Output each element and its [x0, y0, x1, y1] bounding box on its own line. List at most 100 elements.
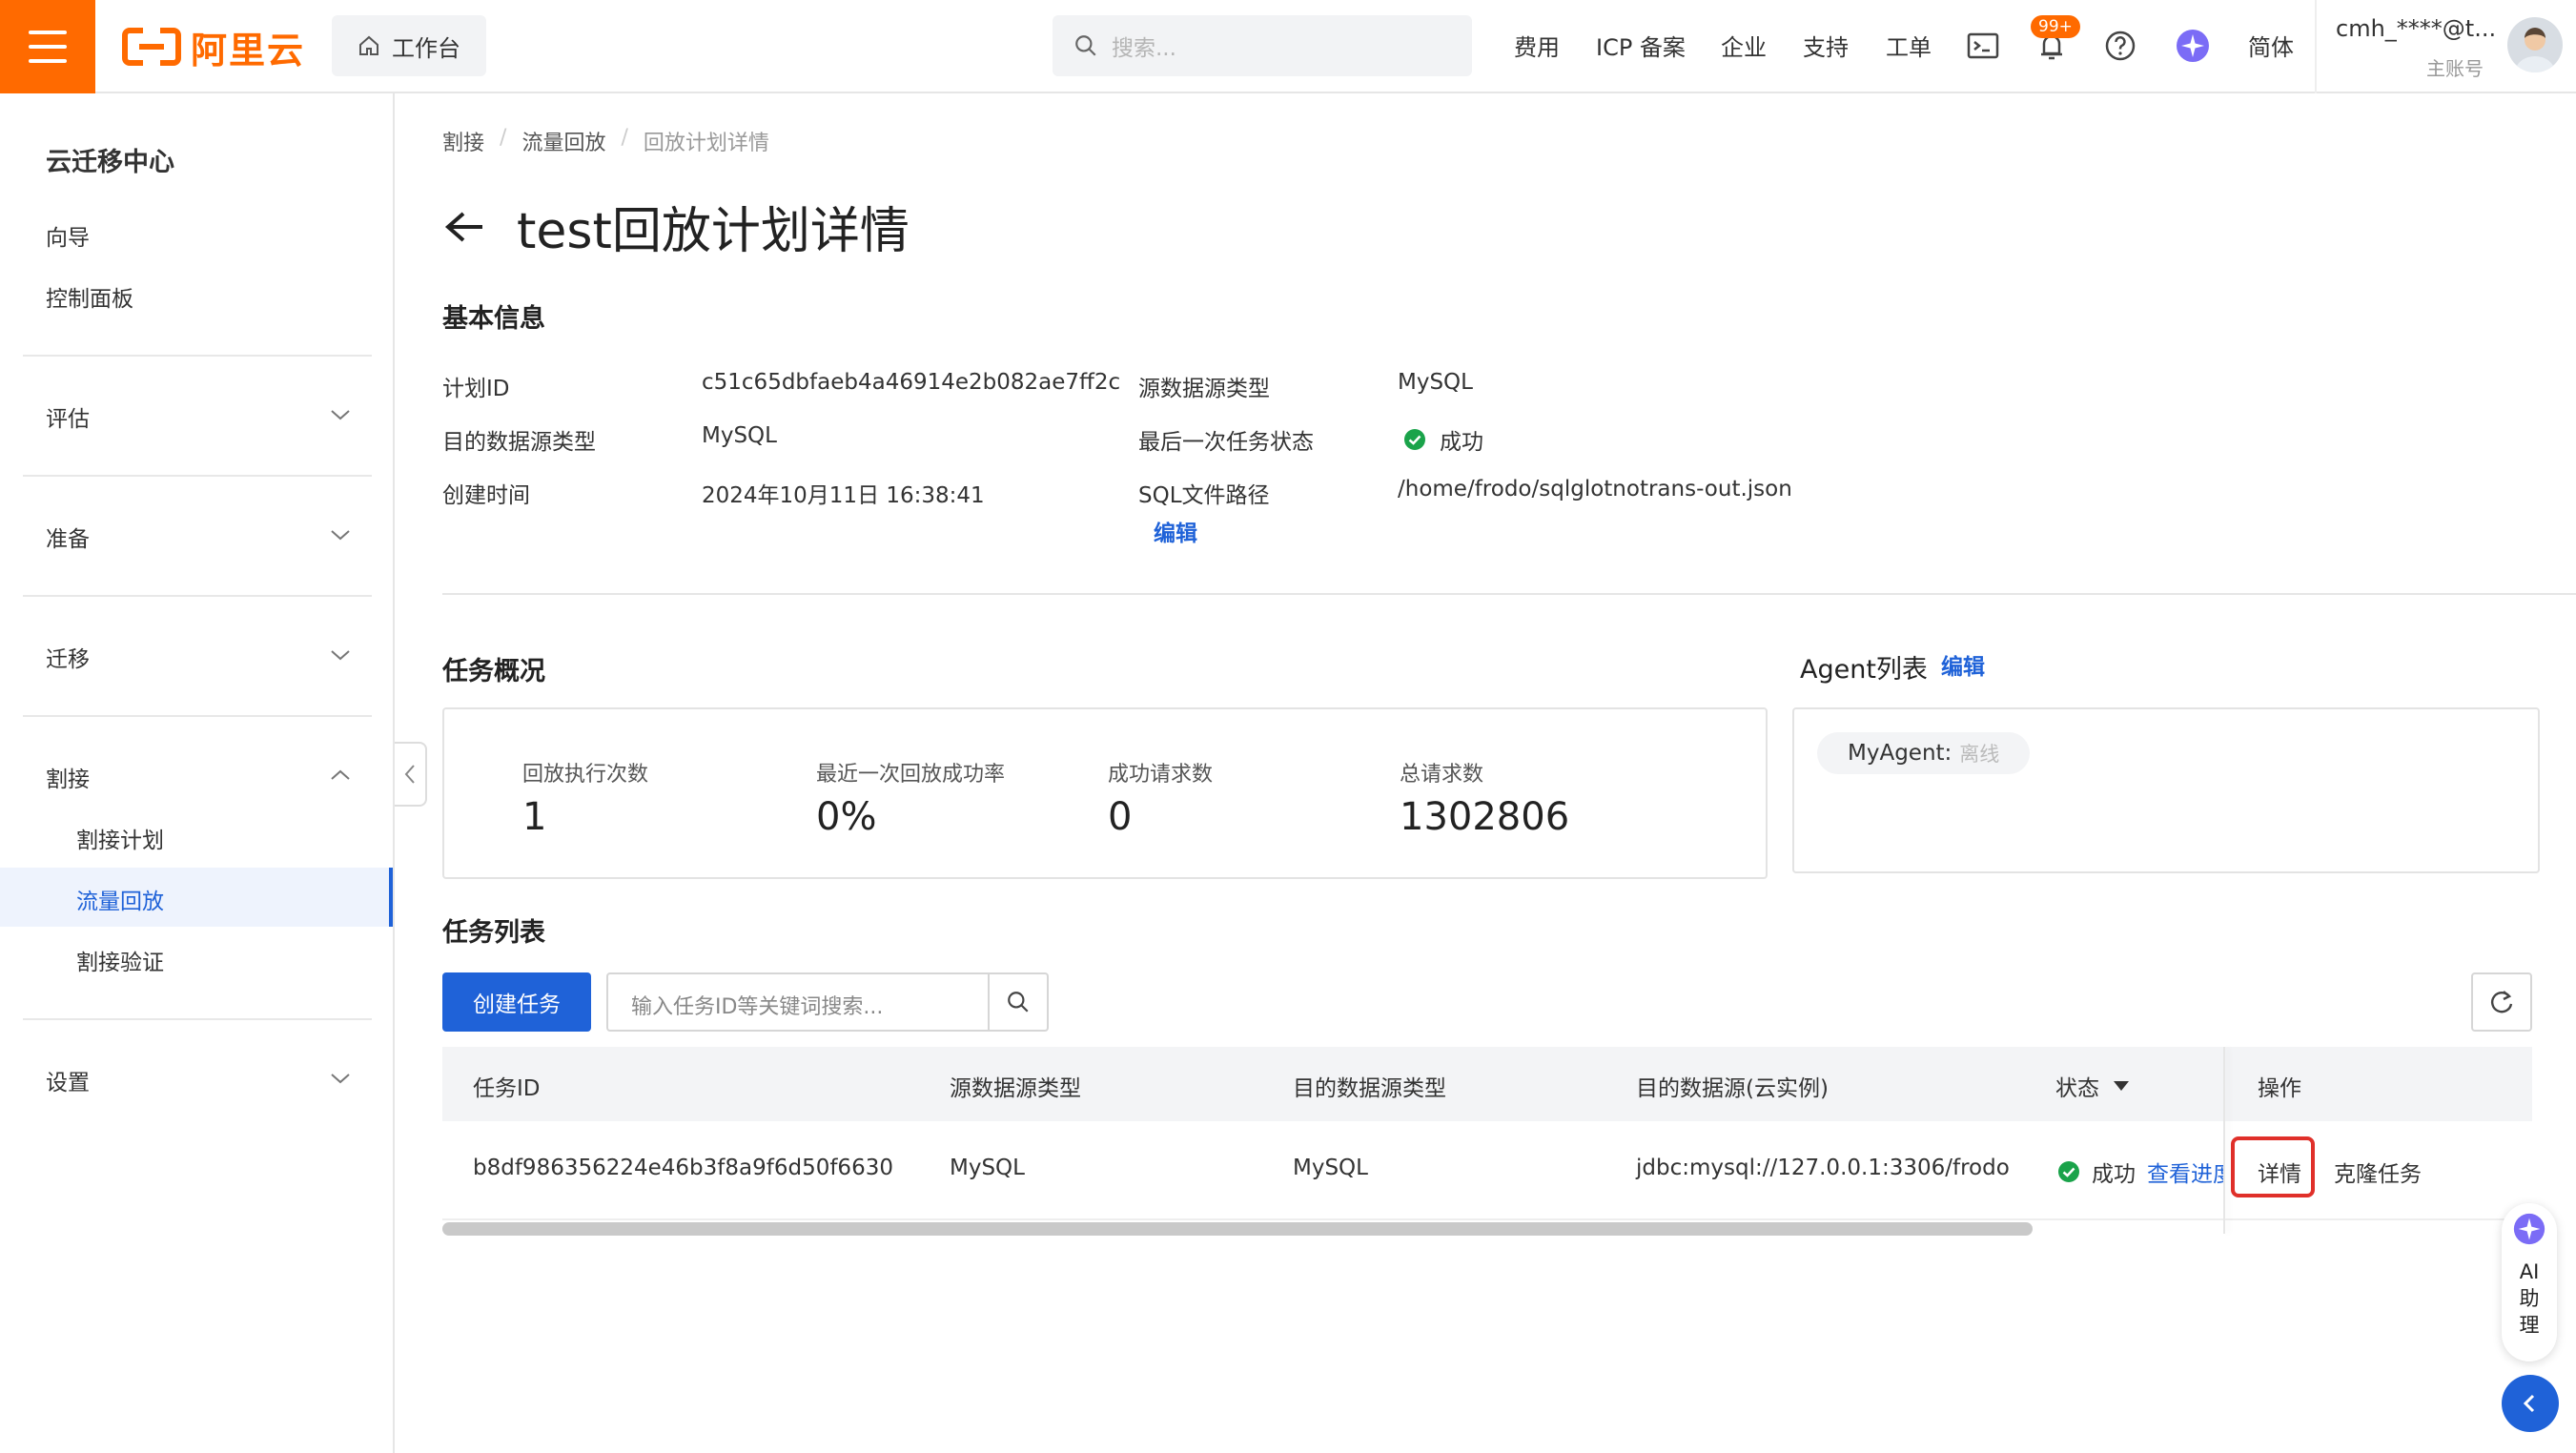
sidebar-collapse-button[interactable]: [395, 742, 427, 807]
ai-label-line: 助: [2519, 1287, 2540, 1310]
sidebar-group-label: 准备: [46, 527, 90, 552]
plan-id-value: c51c65dbfaeb4a46914e2b082ae7ff2c: [702, 370, 1121, 395]
refresh-icon: [2491, 991, 2513, 1013]
aliyun-logo-mark: [122, 26, 181, 68]
stat-value-success-requests: 0: [1108, 795, 1133, 839]
fixed-column-divider: [2223, 1047, 2225, 1234]
overview-card: 回放执行次数 1 最近一次回放成功率 0% 成功请求数 0 总请求数 13028…: [442, 707, 1768, 879]
table-row-divider: [442, 1218, 2532, 1220]
chevron-down-icon: [331, 530, 350, 541]
stat-value-executions: 1: [522, 795, 547, 839]
ai-assistant-label: AI 助 理: [2502, 1259, 2557, 1339]
sidebar-group-assess[interactable]: 评估: [23, 355, 372, 473]
edit-agents-link[interactable]: 编辑: [1941, 648, 1985, 681]
aliyun-logo[interactable]: 阿里云: [122, 23, 305, 72]
breadcrumb-cutover[interactable]: 割接: [442, 126, 484, 156]
refresh-button[interactable]: [2471, 972, 2532, 1032]
sidebar-group-settings[interactable]: 设置: [23, 1018, 372, 1136]
clone-task-link[interactable]: 克隆任务: [2334, 1156, 2422, 1188]
agent-chip[interactable]: MyAgent: 离线: [1817, 732, 2031, 774]
user-role: 主账号: [2426, 57, 2484, 80]
column-target-type: 目的数据源类型: [1293, 1076, 1446, 1101]
stat-label-total-requests: 总请求数: [1400, 763, 1484, 787]
chevron-down-icon: [331, 1074, 350, 1084]
nav-enterprise[interactable]: 企业: [1721, 29, 1767, 62]
sidebar-group-cutover[interactable]: 割接: [23, 715, 372, 833]
workbench-label: 工作台: [392, 34, 460, 62]
ai-sparkle-icon[interactable]: [2174, 27, 2212, 65]
column-actions: 操作: [2258, 1076, 2301, 1101]
column-status: 状态: [2055, 1076, 2099, 1101]
create-task-button[interactable]: 创建任务: [442, 972, 591, 1032]
sidebar-item-dashboard[interactable]: 控制面板: [46, 280, 133, 313]
overview-title: 任务概况: [442, 657, 545, 686]
task-id-link[interactable]: b8df986356224e46b3f8a9f6d50f6630: [473, 1156, 893, 1180]
chevron-up-icon: [331, 769, 350, 780]
target-type-label: 目的数据源类型: [442, 430, 596, 455]
home-icon: [359, 35, 378, 55]
view-progress-link[interactable]: 查看进度: [2147, 1156, 2223, 1188]
help-icon[interactable]: [2101, 27, 2139, 65]
last-status-label: 最后一次任务状态: [1138, 430, 1314, 455]
nav-support[interactable]: 支持: [1803, 29, 1849, 62]
user-name: cmh_****@t...: [2336, 15, 2497, 42]
chevron-down-icon: [331, 410, 350, 420]
breadcrumb-separator: /: [500, 126, 507, 150]
plan-id-label: 计划ID: [442, 377, 510, 401]
success-check-icon: [1404, 429, 1425, 450]
page-title: test回放计划详情: [517, 203, 910, 260]
task-target-type: MySQL: [1293, 1156, 1368, 1180]
detail-highlight-box: [2231, 1136, 2315, 1197]
top-navigation-bar: 阿里云 工作台 搜索... 费用 ICP 备案 企业 支持 工单 99+ 简体 …: [0, 0, 2576, 93]
section-divider: [442, 593, 2576, 595]
hamburger-menu-icon[interactable]: [0, 0, 95, 93]
breadcrumb-traffic-replay[interactable]: 流量回放: [521, 126, 605, 156]
agent-list-title: Agent列表: [1800, 655, 1928, 685]
nav-icp[interactable]: ICP 备案: [1596, 29, 1686, 62]
last-status: 成功: [1403, 423, 1483, 456]
workbench-button[interactable]: 工作台: [332, 15, 486, 76]
column-source-type: 源数据源类型: [950, 1076, 1081, 1101]
global-search-input[interactable]: 搜索...: [1053, 15, 1472, 76]
chevron-down-icon: [331, 650, 350, 661]
task-status: 成功: [2092, 1162, 2136, 1187]
sidebar-item-traffic-replay[interactable]: 流量回放: [76, 883, 164, 915]
back-arrow-icon[interactable]: [442, 208, 486, 246]
terminal-icon[interactable]: [1964, 27, 2002, 65]
sql-path-value: /home/frodo/sqlglotnotrans-out.json: [1398, 477, 1792, 501]
created-time-value: 2024年10月11日 16:38:41: [702, 483, 985, 508]
task-search-input[interactable]: 输入任务ID等关键词搜索...: [606, 972, 1049, 1032]
sidebar-item-cutover-plan[interactable]: 割接计划: [76, 822, 164, 854]
breadcrumb-separator: /: [621, 126, 628, 150]
target-type-value: MySQL: [702, 423, 777, 448]
avatar[interactable]: [2507, 17, 2563, 72]
ai-label-line: AI: [2519, 1260, 2540, 1283]
sidebar-item-guide[interactable]: 向导: [46, 219, 90, 252]
sidebar-group-prepare[interactable]: 准备: [23, 475, 372, 593]
ai-assistant-button[interactable]: AI 助 理: [2502, 1203, 2557, 1361]
collapse-floating-button[interactable]: [2502, 1375, 2559, 1432]
user-account[interactable]: cmh_****@t... 主账号: [2315, 0, 2576, 93]
language-switch[interactable]: 简体: [2248, 29, 2294, 62]
edit-sql-path-link[interactable]: 编辑: [1154, 515, 1197, 547]
column-target-instance: 目的数据源(云实例): [1636, 1076, 1829, 1101]
breadcrumb: 割接 / 流量回放 / 回放计划详情: [442, 126, 769, 156]
task-list-title: 任务列表: [442, 918, 545, 948]
nav-ticket[interactable]: 工单: [1886, 29, 1932, 62]
sidebar-item-cutover-verify[interactable]: 割接验证: [76, 944, 164, 976]
table-horizontal-scrollbar[interactable]: [442, 1222, 2033, 1236]
task-search-button[interactable]: [988, 974, 1047, 1030]
stat-value-total-requests: 1302806: [1400, 795, 1570, 839]
created-time-label: 创建时间: [442, 483, 530, 508]
column-status-filter[interactable]: 状态: [2055, 1070, 2130, 1102]
task-search-placeholder: 输入任务ID等关键词搜索...: [631, 995, 884, 1019]
sidebar-group-label: 评估: [46, 407, 90, 432]
last-status-value: 成功: [1440, 430, 1483, 455]
sidebar-group-migrate[interactable]: 迁移: [23, 595, 372, 713]
sql-path-label: SQL文件路径: [1138, 483, 1270, 508]
agent-name: MyAgent:: [1848, 741, 1952, 766]
task-target-instance: jdbc:mysql://127.0.0.1:3306/frodo: [1636, 1156, 2010, 1180]
nav-billing[interactable]: 费用: [1514, 29, 1560, 62]
sidebar-active-highlight: [0, 868, 393, 927]
chevron-left-icon: [404, 765, 415, 784]
